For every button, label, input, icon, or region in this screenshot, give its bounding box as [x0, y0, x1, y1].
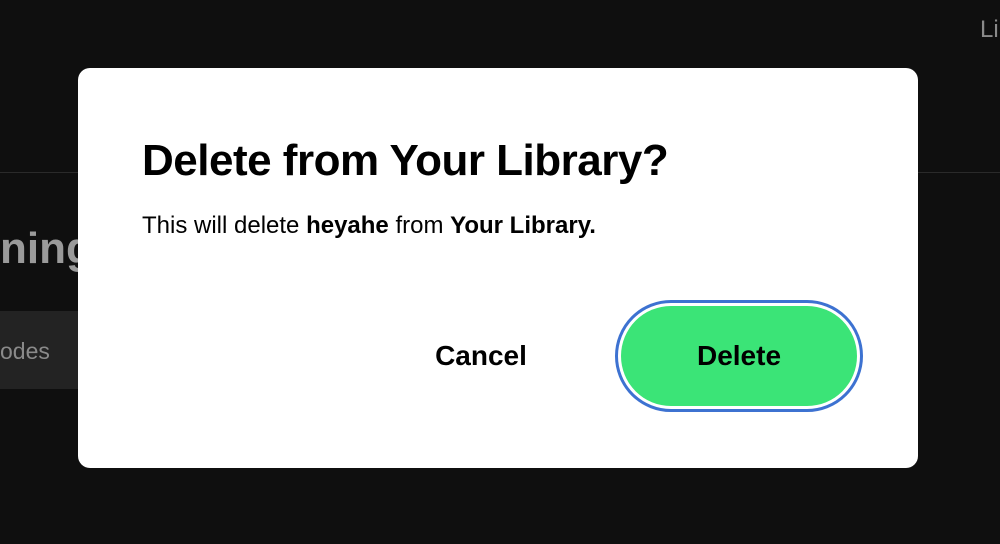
dialog-title: Delete from Your Library? — [142, 136, 669, 185]
item-name: heyahe — [306, 212, 389, 239]
message-middle: from — [388, 212, 451, 239]
message-prefix: This will delete — [142, 212, 307, 239]
filter-chip-label: odes — [0, 338, 50, 364]
delete-confirmation-dialog: Delete from Your Library? This will dele… — [78, 68, 918, 468]
library-name: Your Library. — [450, 212, 596, 239]
delete-button[interactable]: Delete — [621, 306, 857, 406]
cancel-button[interactable]: Cancel — [412, 326, 550, 386]
delete-button-focus-ring: Delete — [615, 300, 863, 412]
dialog-message: This will delete heyahe from Your Librar… — [142, 212, 596, 240]
nav-library-link[interactable]: Li — [980, 16, 999, 44]
